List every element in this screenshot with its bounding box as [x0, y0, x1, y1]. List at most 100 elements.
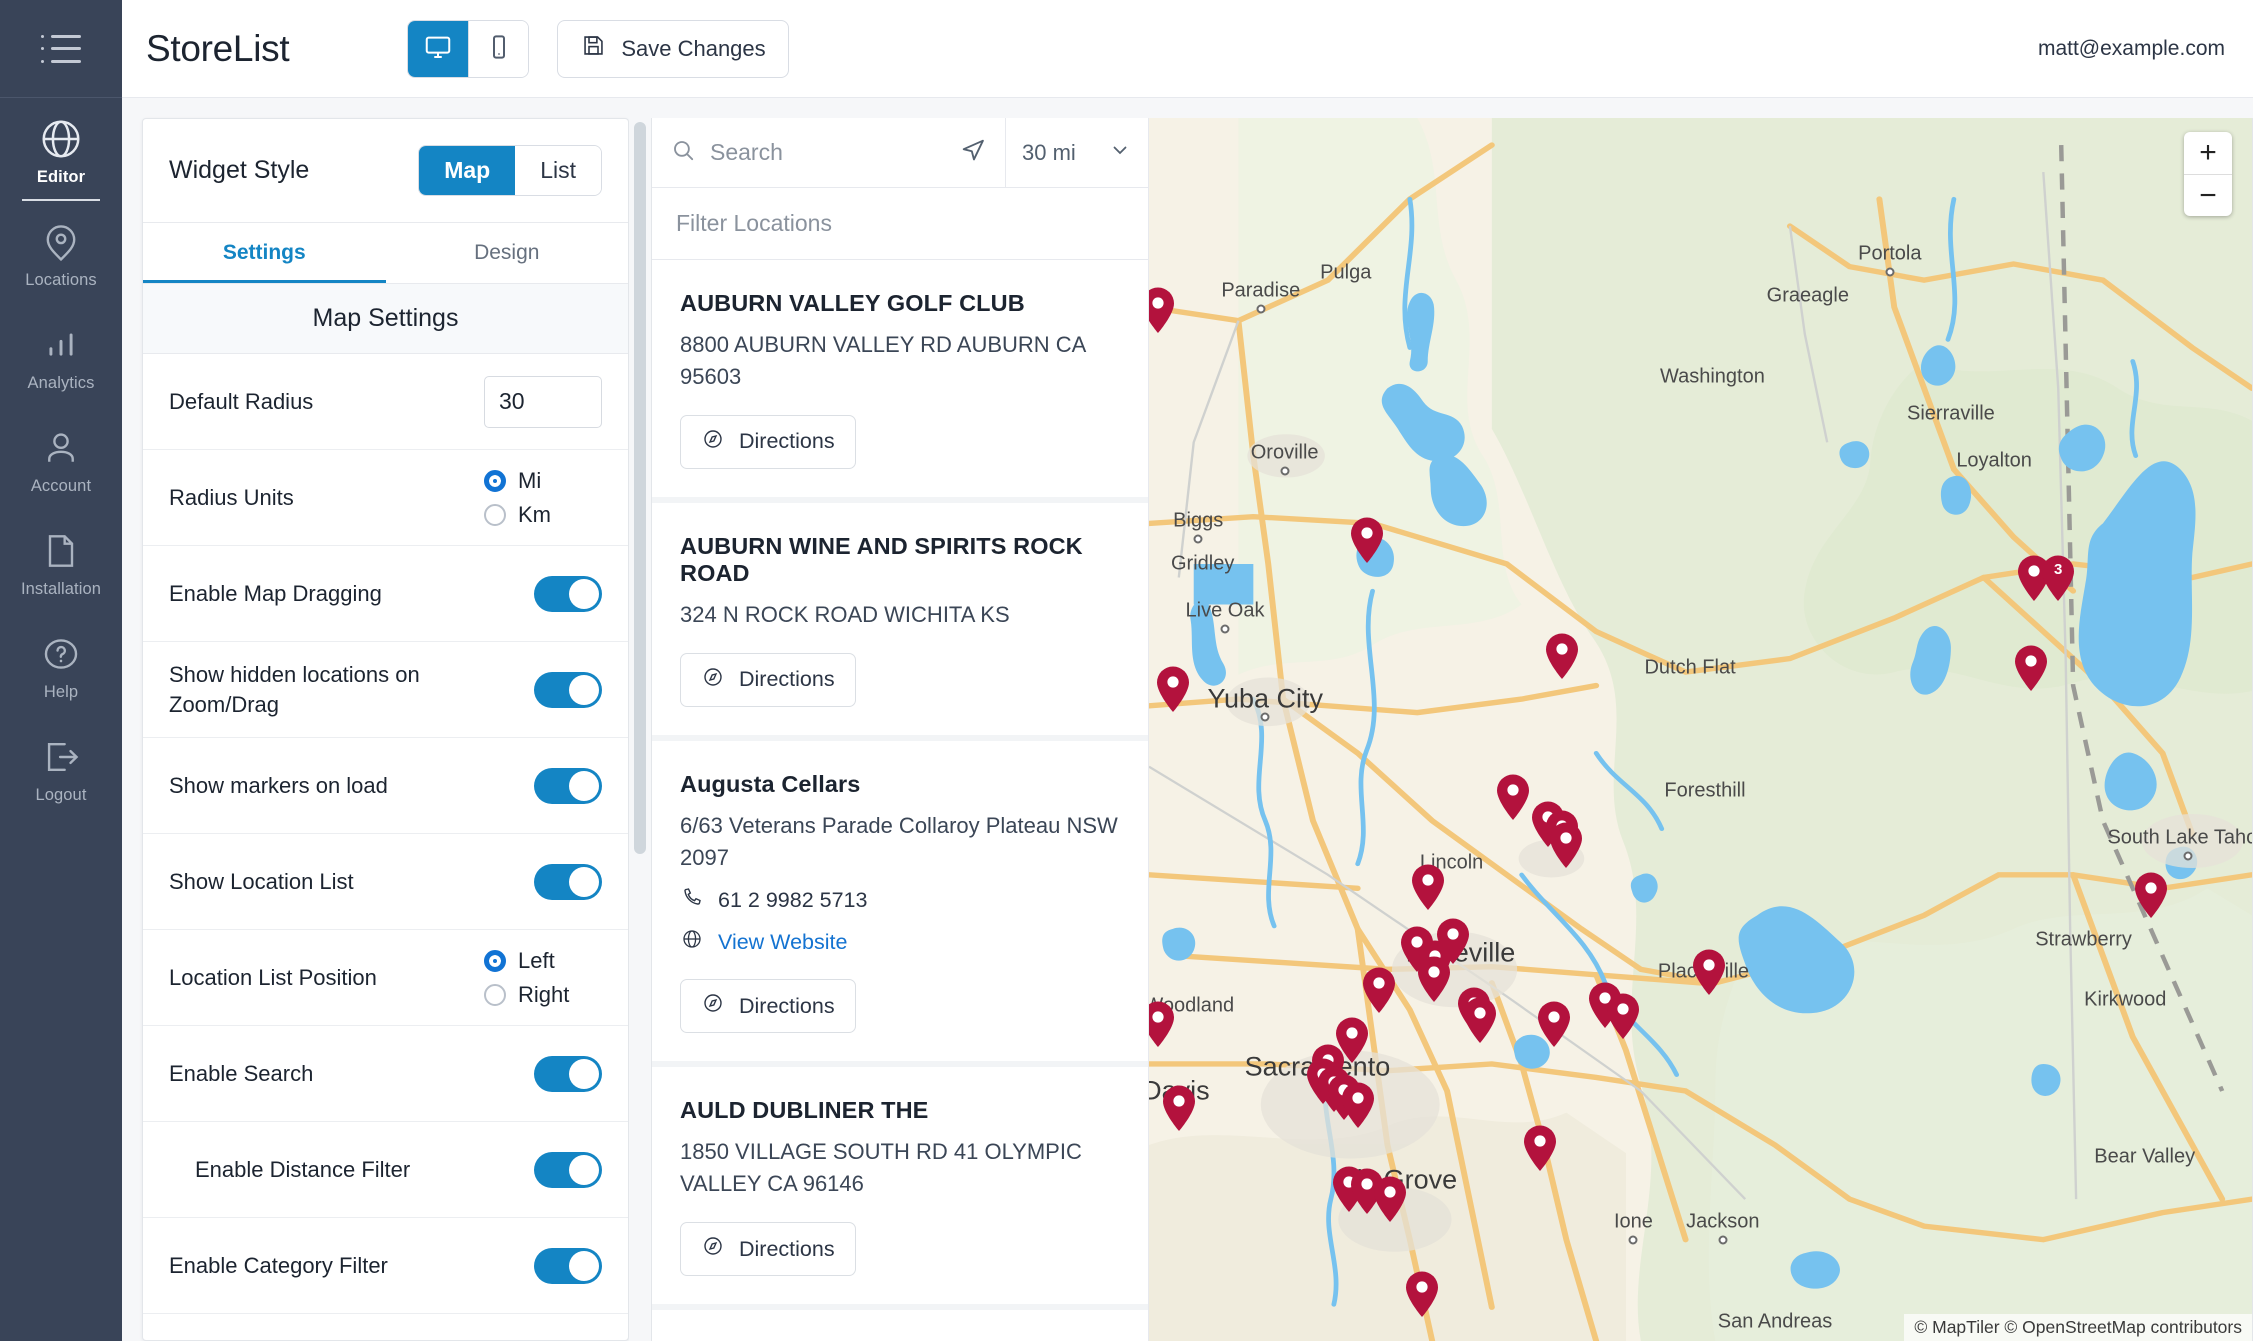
enable-distance-filter-toggle[interactable]: [534, 1152, 602, 1188]
map-place-label: Dutch Flat: [1644, 657, 1735, 680]
map-location-marker[interactable]: [1349, 516, 1385, 564]
location-name: Augusta Cellars: [680, 771, 1120, 798]
zoom-in-button[interactable]: +: [2184, 132, 2232, 174]
directions-button[interactable]: Directions: [680, 1222, 856, 1276]
map-location-marker[interactable]: [1161, 1084, 1197, 1132]
sidebar-item-installation[interactable]: Installation: [0, 510, 122, 613]
tab-design[interactable]: Design: [386, 223, 629, 283]
save-changes-label: Save Changes: [621, 36, 765, 62]
map-location-marker[interactable]: [1462, 996, 1498, 1044]
zoom-out-button[interactable]: −: [2184, 174, 2232, 216]
filter-locations-select[interactable]: Filter Locations: [652, 188, 1148, 260]
mobile-view-button[interactable]: [468, 21, 528, 77]
location-phone[interactable]: 61 2 9982 5713: [718, 888, 867, 913]
map-location-marker[interactable]: [1149, 1000, 1176, 1048]
sidebar-item-logout[interactable]: Logout: [0, 716, 122, 819]
locate-me-icon[interactable]: [959, 136, 987, 169]
menu-toggle-icon[interactable]: [41, 35, 81, 63]
sidebar-item-help[interactable]: Help: [0, 613, 122, 716]
widget-style-map-button[interactable]: Map: [419, 146, 515, 195]
map-place-label: Live Oak: [1186, 600, 1265, 623]
map-location-marker[interactable]: [1522, 1124, 1558, 1172]
map-place-label: Strawberry: [2035, 928, 2132, 951]
map-location-marker[interactable]: [1149, 286, 1176, 334]
sidebar-item-locations[interactable]: Locations: [0, 201, 122, 304]
radius-unit-km-option[interactable]: Km: [484, 502, 602, 528]
map-place-label: Yuba City: [1207, 684, 1323, 715]
widget-preview: 30 mi Filter Locations AUBURN VALLEY GOL…: [651, 118, 2253, 1341]
radio-indicator: [484, 984, 506, 1006]
map-location-marker[interactable]: [1416, 955, 1452, 1003]
directions-button[interactable]: Directions: [680, 979, 856, 1033]
map-location-marker[interactable]: [1410, 863, 1446, 911]
location-address: 1850 VILLAGE SOUTH RD 41 OLYMPIC VALLEY …: [680, 1136, 1120, 1200]
default-radius-input[interactable]: [484, 376, 602, 428]
sidebar-item-label: Logout: [35, 786, 86, 805]
show-hidden-locations-toggle[interactable]: [534, 672, 602, 708]
position-right-option[interactable]: Right: [484, 982, 602, 1008]
distance-filter-select[interactable]: 30 mi: [1006, 118, 1148, 187]
sidebar-item-label: Locations: [25, 271, 97, 290]
radio-label: Mi: [518, 468, 541, 494]
settings-scrollbar[interactable]: [629, 118, 651, 1341]
location-card[interactable]: AUNT RUTHS FAMILY STORE: [652, 1310, 1148, 1341]
show-markers-on-load-toggle[interactable]: [534, 768, 602, 804]
enable-search-toggle[interactable]: [534, 1056, 602, 1092]
radius-unit-mi-option[interactable]: Mi: [484, 468, 602, 494]
settings-panel: Widget Style Map List Settings Design Ma…: [142, 118, 629, 1341]
map-location-marker[interactable]: [1544, 632, 1580, 680]
setting-label: Enable Category Filter: [169, 1251, 388, 1281]
search-input[interactable]: [710, 139, 945, 166]
radio-label: Right: [518, 982, 569, 1008]
sidebar-item-editor[interactable]: Editor: [0, 98, 122, 201]
tab-settings[interactable]: Settings: [143, 223, 386, 283]
directions-button[interactable]: Directions: [680, 653, 856, 707]
desktop-view-button[interactable]: [408, 21, 468, 77]
map-location-marker[interactable]: [1340, 1081, 1376, 1129]
map-location-marker[interactable]: [1691, 948, 1727, 996]
radio-indicator: [484, 504, 506, 526]
sidebar-item-analytics[interactable]: Analytics: [0, 304, 122, 407]
save-changes-button[interactable]: Save Changes: [557, 20, 788, 78]
map-location-marker[interactable]: [1548, 821, 1584, 869]
app-root: Editor Locations Analytics: [0, 0, 2253, 1341]
user-email[interactable]: matt@example.com: [2038, 37, 2225, 61]
map-place-label: Kirkwood: [2084, 989, 2166, 1012]
sidebar-item-account[interactable]: Account: [0, 407, 122, 510]
location-card[interactable]: AUBURN VALLEY GOLF CLUB 8800 AUBURN VALL…: [652, 260, 1148, 497]
map-place-label: Bear Valley: [2094, 1146, 2195, 1169]
setting-label: Enable Distance Filter: [169, 1155, 410, 1185]
map-cluster-marker[interactable]: 3: [2040, 554, 2076, 602]
location-card[interactable]: Augusta Cellars 6/63 Veterans Parade Col…: [652, 741, 1148, 1062]
map-location-marker[interactable]: [2133, 871, 2169, 919]
directions-button[interactable]: Directions: [680, 415, 856, 469]
map-location-marker[interactable]: [1536, 1000, 1572, 1048]
widget-style-list-button[interactable]: List: [515, 146, 601, 195]
map-view[interactable]: + − © MapTiler © OpenStreetMap contribut…: [1149, 118, 2252, 1341]
map-location-marker[interactable]: [1361, 966, 1397, 1014]
map-place-dot: [1194, 534, 1203, 543]
map-location-marker[interactable]: [1372, 1175, 1408, 1223]
location-card[interactable]: AUBURN WINE AND SPIRITS ROCK ROAD 324 N …: [652, 503, 1148, 735]
map-location-marker[interactable]: [1404, 1270, 1440, 1318]
map-place-label: Ione: [1614, 1211, 1653, 1234]
map-place-dot: [1885, 268, 1894, 277]
sidebar-item-label: Account: [31, 477, 91, 496]
location-website-row: View Website: [680, 927, 1120, 957]
enable-map-dragging-toggle[interactable]: [534, 576, 602, 612]
scrollbar-thumb[interactable]: [634, 122, 646, 854]
map-location-marker[interactable]: [2013, 644, 2049, 692]
location-name: AULD DUBLINER THE: [680, 1097, 1120, 1124]
widget-style-switch: Map List: [418, 145, 602, 196]
enable-category-filter-toggle[interactable]: [534, 1248, 602, 1284]
map-location-marker[interactable]: [1155, 665, 1191, 713]
position-left-option[interactable]: Left: [484, 948, 602, 974]
user-icon: [39, 425, 83, 471]
show-location-list-toggle[interactable]: [534, 864, 602, 900]
map-location-marker[interactable]: [1605, 992, 1641, 1040]
map-location-marker[interactable]: [1495, 773, 1531, 821]
compass-icon: [701, 427, 725, 457]
location-card[interactable]: AULD DUBLINER THE 1850 VILLAGE SOUTH RD …: [652, 1067, 1148, 1304]
view-website-link[interactable]: View Website: [718, 930, 847, 955]
map-place-dot: [1221, 625, 1230, 634]
